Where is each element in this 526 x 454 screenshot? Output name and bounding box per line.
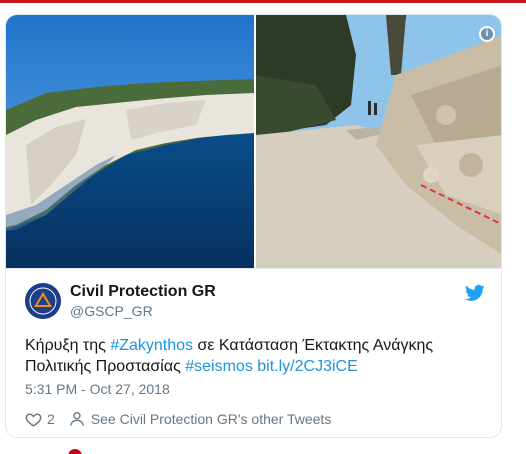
info-icon[interactable]: i <box>479 26 495 42</box>
hashtag-zakynthos-link[interactable]: #Zakynthos <box>110 337 193 354</box>
tweet-author[interactable]: Civil Protection GR @GSCP_GR <box>25 283 485 323</box>
twitter-bird-icon[interactable] <box>465 283 485 303</box>
coastline-photo[interactable] <box>6 15 254 268</box>
tweet-text-part: σε Κατάσταση Έκτακτης Ανάγκης <box>193 337 434 354</box>
tweet-media[interactable]: i <box>6 15 501 268</box>
tweet-actions: 2 See Civil Protection GR's other Tweets <box>25 409 331 429</box>
short-url-link[interactable]: bit.ly/2CJ3iCE <box>257 358 357 375</box>
tweet-text-part: Πολιτικής Προστασίας <box>25 358 186 375</box>
author-handle[interactable]: @GSCP_GR <box>70 303 153 319</box>
page-indicator-dot <box>68 449 82 454</box>
tweet-timestamp[interactable]: 5:31 PM - Oct 27, 2018 <box>25 381 170 397</box>
person-icon <box>70 412 84 426</box>
avatar[interactable] <box>25 283 61 319</box>
rockfall-image <box>256 15 501 268</box>
other-tweets-link[interactable]: See Civil Protection GR's other Tweets <box>91 411 332 427</box>
author-name[interactable]: Civil Protection GR <box>70 283 216 301</box>
tweet-text-part: Κήρυξη της <box>25 337 111 354</box>
rockfall-road-photo[interactable]: i <box>256 15 501 268</box>
embedded-tweet-card[interactable]: i Civil Protection GR @GSCP_GR Κήρυξη τη… <box>5 14 502 438</box>
media-divider <box>6 268 501 269</box>
heart-icon[interactable] <box>25 411 42 428</box>
hashtag-seismos-link[interactable]: #seismos <box>185 358 253 375</box>
coastline-image <box>6 15 254 268</box>
top-accent-bar <box>0 0 526 3</box>
like-count[interactable]: 2 <box>47 411 55 427</box>
tweet-text: Κήρυξη της #Zakynthos σε Κατάσταση Έκτακ… <box>25 335 485 377</box>
